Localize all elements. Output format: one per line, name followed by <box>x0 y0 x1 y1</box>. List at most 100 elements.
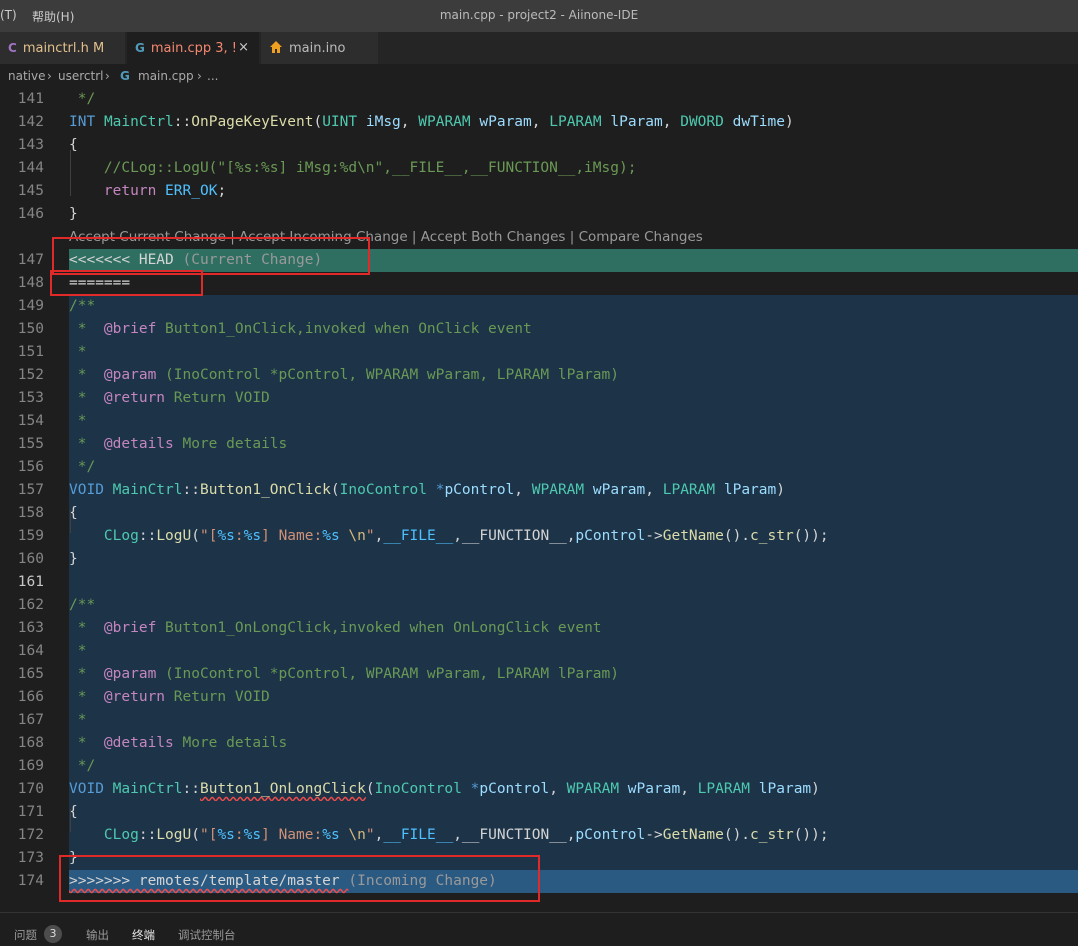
code-token: Button1_OnLongClick <box>199 781 366 797</box>
code-line: 165 * @param (InoControl *pControl, WPAR… <box>0 663 1078 686</box>
code-token: : <box>234 827 244 843</box>
code-text[interactable]: //CLog::LogU("[%s:%s] iMsg:%d\n",__FILE_… <box>69 157 637 180</box>
chevron-right-icon: › <box>105 69 110 83</box>
code-token: * <box>69 689 104 705</box>
code-text[interactable]: * <box>69 709 87 732</box>
code-text[interactable]: * <box>69 341 87 364</box>
code-token: OnPageKeyEvent <box>191 114 314 130</box>
code-line: 167 * <box>0 709 1078 732</box>
code-text[interactable]: /** <box>69 295 95 318</box>
code-token: LPARAM <box>549 114 602 130</box>
home-icon <box>269 40 283 57</box>
code-token: : <box>234 528 244 544</box>
incoming-change-highlight <box>69 295 1078 318</box>
tab-main-ino[interactable]: main.ino <box>261 32 379 64</box>
code-token: InoControl <box>374 781 462 797</box>
code-text[interactable]: * @param (InoControl *pControl, WPARAM w… <box>69 364 619 387</box>
line-number: 151 <box>17 344 44 360</box>
code-token: ERR_OK <box>165 183 218 199</box>
code-text[interactable]: * @return Return VOID <box>69 387 270 410</box>
code-token: * <box>69 390 104 406</box>
code-token: MainCtrl <box>112 482 183 498</box>
breadcrumb-symbol[interactable]: ... <box>207 69 218 83</box>
code-text[interactable]: VOID MainCtrl::Button1_OnLongClick(InoCo… <box>69 778 820 801</box>
code-token: (). <box>723 528 751 544</box>
code-text[interactable]: CLog::LogU("[%s:%s] Name:%s \n",__FILE__… <box>69 824 829 847</box>
code-token: %s <box>243 528 262 544</box>
problems-count-badge: 3 <box>44 925 62 943</box>
code-text[interactable]: */ <box>69 456 95 479</box>
code-token: , <box>514 482 532 498</box>
tab-main-cpp[interactable]: G main.cpp 3, ! × <box>127 32 260 64</box>
window-title: main.cpp - project2 - Aiinone-IDE <box>439 8 639 22</box>
code-token: * <box>69 735 104 751</box>
code-text[interactable]: return ERR_OK; <box>69 180 226 203</box>
code-token: (InoControl *pControl, WPARAM wParam, LP… <box>156 666 619 682</box>
code-token: , <box>662 114 681 130</box>
code-text[interactable]: * @details More details <box>69 433 288 456</box>
incoming-change-highlight <box>69 640 1078 663</box>
code-token: %s <box>322 528 340 544</box>
code-line: 163 * @brief Button1_OnLongClick,invoked… <box>0 617 1078 640</box>
code-token: */ <box>69 758 96 774</box>
tab-problems[interactable]: 问题 <box>14 927 37 943</box>
tab-terminal[interactable]: 终端 <box>132 927 155 943</box>
code-token: " <box>365 827 375 843</box>
line-number: 153 <box>17 390 44 406</box>
code-token: /** <box>69 298 96 314</box>
code-text[interactable]: * @return Return VOID <box>69 686 270 709</box>
code-text[interactable]: * @brief Button1_OnClick,invoked when On… <box>69 318 532 341</box>
close-icon[interactable]: × <box>238 40 249 55</box>
code-line: 161 <box>0 571 1078 594</box>
code-text[interactable]: * @param (InoControl *pControl, WPARAM w… <box>69 663 619 686</box>
code-text[interactable]: */ <box>69 755 95 778</box>
code-token: pControl <box>479 781 550 797</box>
code-editor[interactable]: 141 */142 INT MainCtrl::OnPageKeyEvent(UI… <box>0 88 1078 912</box>
code-text[interactable]: * <box>69 640 87 663</box>
code-token: UINT <box>322 114 358 130</box>
line-number: 142 <box>17 114 44 130</box>
line-number: 167 <box>17 712 44 728</box>
code-line: 152 * @param (InoControl *pControl, WPAR… <box>0 364 1078 387</box>
code-text[interactable]: } <box>69 203 78 226</box>
code-text[interactable]: CLog::LogU("[%s:%s] Name:%s \n",__FILE__… <box>69 525 829 548</box>
code-token: * <box>69 321 104 337</box>
code-token: ) <box>776 482 785 498</box>
code-token: More details <box>173 735 288 751</box>
code-token: ( <box>313 114 323 130</box>
code-token: lParam <box>758 781 812 797</box>
code-line: 171{ <box>0 801 1078 824</box>
code-text[interactable]: INT MainCtrl::OnPageKeyEvent(UINT iMsg, … <box>69 111 794 134</box>
breadcrumb-userctrl[interactable]: userctrl <box>58 69 103 83</box>
code-token: * <box>69 436 104 452</box>
code-token: @param <box>103 367 157 383</box>
breadcrumb-main-cpp[interactable]: main.cpp <box>138 69 194 83</box>
code-line: 159 CLog::LogU("[%s:%s] Name:%s \n",__FI… <box>0 525 1078 548</box>
line-number: 156 <box>17 459 44 475</box>
code-token: CLog <box>103 827 139 843</box>
code-text[interactable]: /** <box>69 594 95 617</box>
code-line: 157 VOID MainCtrl::Button1_OnClick(InoCon… <box>0 479 1078 502</box>
breadcrumb-native[interactable]: native <box>8 69 45 83</box>
code-text[interactable]: * <box>69 410 87 433</box>
code-token: ] Name: <box>261 528 323 544</box>
tab-debug-console[interactable]: 调试控制台 <box>178 927 236 943</box>
code-text[interactable]: * @details More details <box>69 732 288 755</box>
code-token: __FILE__ <box>383 528 454 544</box>
code-text[interactable]: VOID MainCtrl::Button1_OnClick(InoContro… <box>69 479 785 502</box>
code-token: :: <box>182 781 200 797</box>
line-number: 145 <box>17 183 44 199</box>
code-token: :: <box>182 482 200 498</box>
code-line: 166 * @return Return VOID <box>0 686 1078 709</box>
code-line: 155 * @details More details <box>0 433 1078 456</box>
code-text[interactable]: */ <box>69 88 95 111</box>
code-text[interactable]: * @brief Button1_OnLongClick,invoked whe… <box>69 617 602 640</box>
tab-output[interactable]: 输出 <box>86 927 109 943</box>
tab-mainctrl-h[interactable]: C mainctrl.h M <box>0 32 126 64</box>
code-text[interactable]: } <box>69 548 78 571</box>
breadcrumb: native › userctrl › G main.cpp › ... <box>0 64 1078 88</box>
